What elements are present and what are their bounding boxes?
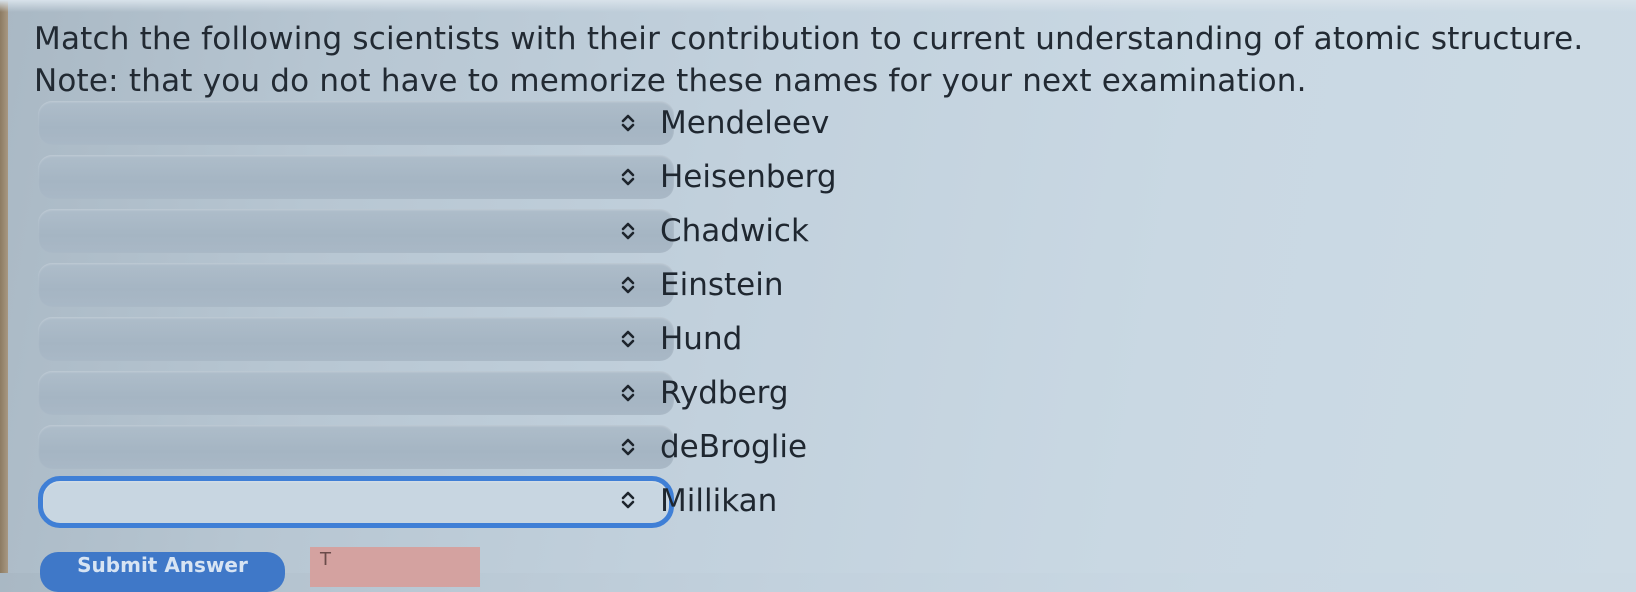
- match-row: deBroglie: [38, 425, 1038, 471]
- match-select-focused[interactable]: [38, 476, 674, 528]
- left-border: [0, 0, 8, 573]
- chevron-up-down-icon: [614, 325, 642, 353]
- match-row: Mendeleev: [38, 101, 1038, 147]
- chevron-up-down-icon: [614, 433, 642, 461]
- chevron-up-down-icon: [614, 379, 642, 407]
- match-select[interactable]: [38, 317, 674, 361]
- question-prompt: Match the following scientists with thei…: [34, 18, 1594, 102]
- question-line-1: Match the following scientists with thei…: [34, 21, 1584, 57]
- match-row: Rydberg: [38, 371, 1038, 417]
- scientist-name: Hund: [660, 321, 743, 357]
- chevron-up-down-icon: [614, 271, 642, 299]
- top-border: [0, 0, 1636, 12]
- chevron-up-down-icon: [614, 486, 642, 514]
- chevron-up-down-icon: [614, 163, 642, 191]
- submit-answer-button[interactable]: Submit Answer: [40, 552, 285, 592]
- scientist-name: Rydberg: [660, 375, 789, 411]
- scientist-name: Heisenberg: [660, 159, 837, 195]
- secondary-button[interactable]: T: [310, 547, 480, 587]
- scientist-name: Mendeleev: [660, 105, 830, 141]
- match-select[interactable]: [38, 155, 674, 199]
- match-row: Einstein: [38, 263, 1038, 309]
- match-row: Heisenberg: [38, 155, 1038, 201]
- match-select[interactable]: [38, 209, 674, 253]
- match-select[interactable]: [38, 263, 674, 307]
- question-line-2: Note: that you do not have to memorize t…: [34, 63, 1307, 99]
- scientist-name: deBroglie: [660, 429, 808, 465]
- match-row: Millikan: [38, 476, 1038, 528]
- chevron-up-down-icon: [614, 217, 642, 245]
- scientist-name: Millikan: [660, 483, 778, 519]
- match-select[interactable]: [38, 425, 674, 469]
- match-select[interactable]: [38, 371, 674, 415]
- match-row: Hund: [38, 317, 1038, 363]
- chevron-up-down-icon: [614, 109, 642, 137]
- match-row: Chadwick: [38, 209, 1038, 255]
- match-select[interactable]: [38, 101, 674, 145]
- scientist-name: Einstein: [660, 267, 784, 303]
- scientist-name: Chadwick: [660, 213, 809, 249]
